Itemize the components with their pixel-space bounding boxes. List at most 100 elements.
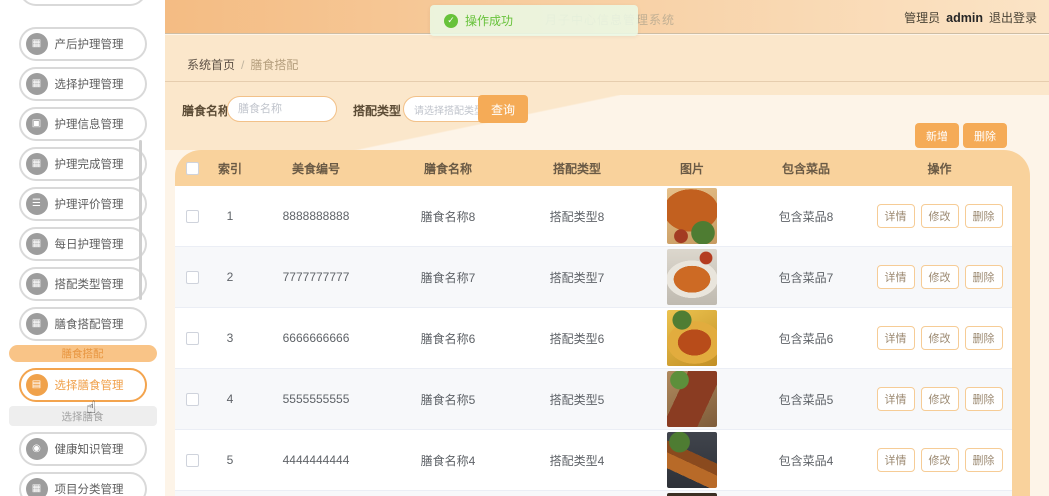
sidebar-item[interactable]: ▦ 护理完成管理 [18,147,147,181]
cell-photo [639,310,745,366]
cell-food-number: 4444444444 [282,453,350,467]
row-checkbox-cell [175,453,209,467]
edit-button[interactable]: 修改 [920,265,959,289]
user-box: 管理员 admin 退出登录 [904,9,1037,26]
sidebar-item[interactable]: ▦ [18,0,147,6]
table-header-row: 索引 美食编号 膳食名称 搭配类型 图片 包含菜品 操作 [175,150,1012,186]
sidebar-item[interactable]: ☰ 护理评价管理 [18,187,147,221]
menu-grid-icon: ▤ [25,374,48,396]
table-row: 5 4444444444 膳食名称4 搭配类型4 包含菜品4 详情 修改 删除 [175,430,1012,491]
delete-button[interactable]: 删除 [964,448,1003,472]
diet-name-input[interactable] [227,96,337,122]
menu-grid-icon: ▦ [25,313,48,335]
table-body: 1 8888888888 膳食名称8 搭配类型8 包含菜品8 详情 修改 删除 2 … [175,186,1012,496]
detail-button[interactable]: 详情 [876,387,915,411]
detail-button[interactable]: 详情 [876,326,915,350]
menu-grid-icon: ▣ [25,113,48,135]
cell-index: 5 [226,453,234,467]
row-checkbox-cell [175,392,209,406]
cell-food-number: 7777777777 [282,270,350,284]
sidebar-item-label: 搭配类型管理 [54,279,124,291]
breadcrumb-divider [165,81,1049,82]
sidebar-item-label: 选择膳食管理 [54,380,124,392]
cell-photo [639,432,745,488]
batch-delete-button[interactable]: 删除 [963,123,1007,148]
row-checkbox-cell [175,209,209,223]
delete-button[interactable]: 删除 [964,387,1003,411]
logout-link[interactable]: 退出登录 [989,9,1037,26]
diet-table: 索引 美食编号 膳食名称 搭配类型 图片 包含菜品 操作 1 8888888888 膳食名称… [175,150,1012,496]
menu-grid-icon: ▦ [25,233,48,255]
add-button[interactable]: 新增 [915,123,959,148]
cell-actions: 详情 修改 删除 [867,204,1012,228]
edit-button[interactable]: 修改 [920,326,959,350]
sidebar-subitem-label: 膳食搭配 [61,348,104,360]
edit-button[interactable]: 修改 [920,387,959,411]
food-photo [667,310,717,366]
menu-grid-icon: ◉ [25,438,48,460]
sidebar-subitem-label: 选择膳食 [61,410,104,423]
breadcrumb-current: 膳食搭配 [250,58,299,72]
sidebar-item[interactable]: ▦ 膳食搭配管理 [18,307,147,341]
row-checkbox-cell [175,270,209,284]
row-checkbox[interactable] [185,453,199,467]
select-all-checkbox[interactable] [185,161,199,175]
cell-dishes: 包含菜品5 [778,392,834,407]
sidebar-subitem[interactable]: 选择膳食 [8,406,157,426]
detail-button[interactable]: 详情 [876,448,915,472]
sidebar-item[interactable]: ▦ 每日护理管理 [18,227,147,261]
search-button[interactable]: 查询 [478,95,528,123]
cell-actions: 详情 修改 删除 [867,265,1012,289]
sidebar-scrollbar[interactable] [139,140,142,300]
detail-button[interactable]: 详情 [876,204,915,228]
delete-button[interactable]: 删除 [964,326,1003,350]
sidebar-item[interactable]: ◉ 健康知识管理 [18,432,147,466]
header-cell: 图片 [679,161,704,176]
table-row: 1 8888888888 膳食名称8 搭配类型8 包含菜品8 详情 修改 删除 [175,186,1012,247]
food-photo [667,432,717,488]
table-row: 2 7777777777 膳食名称7 搭配类型7 包含菜品7 详情 修改 删除 [175,247,1012,308]
edit-button[interactable]: 修改 [920,448,959,472]
cell-index: 3 [226,331,234,345]
sidebar-item[interactable]: ▦ 选择护理管理 [18,67,147,101]
sidebar-item-label: 护理完成管理 [54,159,124,171]
sidebar-subitem[interactable]: 膳食搭配 [8,345,157,362]
select-placeholder: 请选择搭配类型 [414,105,484,117]
cell-food-number: 6666666666 [282,331,350,345]
row-checkbox[interactable] [185,392,199,406]
detail-button[interactable]: 详情 [876,265,915,289]
username: admin [946,10,983,25]
diet-name-label: 膳食名称 [182,104,231,118]
sidebar-item-label: 膳食搭配管理 [54,319,124,331]
breadcrumb-home[interactable]: 系统首页 [187,56,235,73]
delete-button[interactable]: 删除 [964,265,1003,289]
menu-grid-icon: ▦ [25,478,48,496]
header-cell: 美食编号 [291,161,340,176]
cell-index: 2 [226,270,234,284]
cell-food-number: 8888888888 [282,209,350,223]
row-checkbox[interactable] [185,270,199,284]
breadcrumb: 系统首页 / 膳食搭配 [187,56,298,73]
sidebar-item[interactable]: ▦ 项目分类管理 [18,472,147,496]
delete-button[interactable]: 删除 [964,204,1003,228]
cell-actions: 详情 修改 删除 [867,448,1012,472]
menu-grid-icon: ▦ [25,273,48,295]
sidebar-item[interactable]: ▤ 选择膳食管理 [18,368,147,402]
cell-diet-name: 膳食名称7 [420,270,476,285]
cell-index: 4 [226,392,234,406]
sidebar: ▦ ▦ 产后护理管理 ▦ 选择护理管理 ▣ 护理信息管理 ▦ 护理完成管理 ☰ … [0,0,165,496]
cell-food-number: 5555555555 [282,392,350,406]
edit-button[interactable]: 修改 [920,204,959,228]
header-cell: 操作 [927,161,952,176]
cell-dishes: 包含菜品8 [778,209,834,224]
cell-match-type: 搭配类型7 [549,270,605,285]
breadcrumb-separator: / [241,57,245,72]
app-window: 月子中心信息管理系统 管理员 admin 退出登录 ✓ 操作成功 系统首页 / … [0,0,1049,496]
sidebar-item[interactable]: ▦ 搭配类型管理 [18,267,147,301]
sidebar-item[interactable]: ▣ 护理信息管理 [18,107,147,141]
table-panel: 索引 美食编号 膳食名称 搭配类型 图片 包含菜品 操作 1 8888888888 膳食名称… [175,150,1030,496]
row-checkbox[interactable] [185,331,199,345]
sidebar-item[interactable]: ▦ 产后护理管理 [18,27,147,61]
sidebar-item-label: 护理评价管理 [54,199,124,211]
row-checkbox[interactable] [185,209,199,223]
